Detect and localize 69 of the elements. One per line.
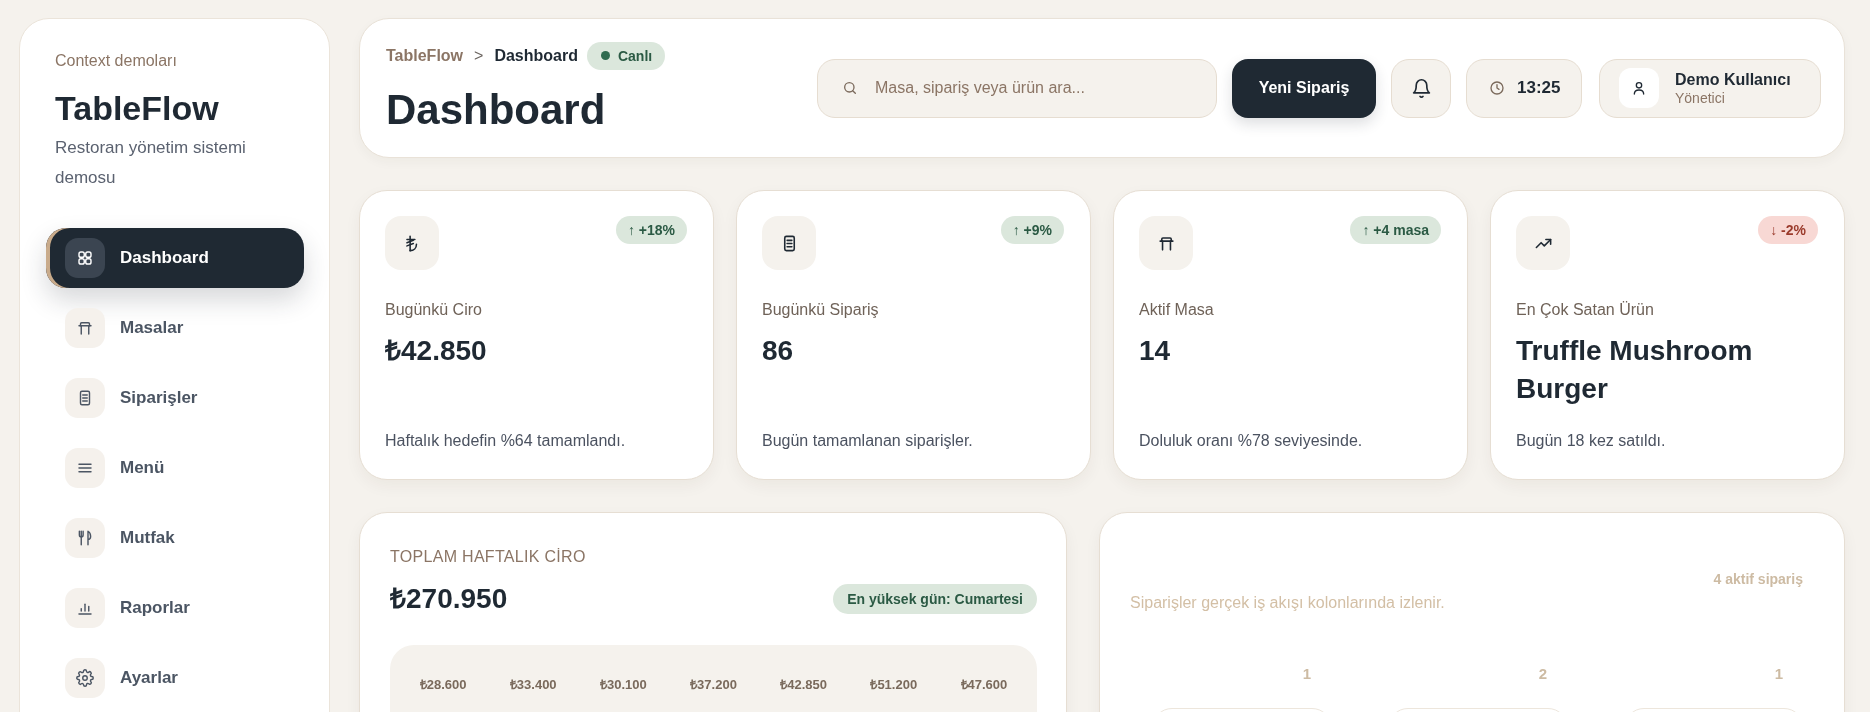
weekly-total: ₺270.950 (390, 582, 508, 616)
currency-icon (385, 216, 439, 270)
trend-up-icon (1516, 216, 1570, 270)
stat-value: ₺42.850 (385, 334, 488, 368)
breadcrumb-link[interactable]: TableFlow (386, 46, 464, 65)
status-text: Canlı (617, 47, 653, 64)
stat-value: 14 (1139, 334, 1172, 368)
bar-value-label: ₺42.850 (780, 676, 827, 694)
clock-icon (1489, 80, 1505, 96)
search-icon (842, 79, 858, 96)
bar-value-label: ₺37.200 (690, 676, 737, 694)
stat-note: Bugün 18 kez satıldı. (1516, 431, 1667, 451)
stat-label: Aktif Masa (1139, 300, 1215, 320)
nav-item[interactable]: Masalar (46, 298, 304, 358)
nav-item[interactable]: Mutfak (46, 508, 304, 568)
nav-item[interactable]: Raporlar (46, 578, 304, 638)
user-chip[interactable]: Demo Kullanıcı Yönetici (1599, 58, 1821, 118)
stat-note: Bugün tamamlanan siparişler. (762, 431, 974, 451)
search-field[interactable]: Masa, sipariş veya ürün ara... (817, 58, 1217, 118)
trend-badge: ↑ +18% (615, 216, 687, 244)
nav-item[interactable]: Ayarlar (46, 648, 304, 708)
grid-icon (65, 238, 105, 278)
peak-day-badge: En yüksek gün: Cumartesi (833, 584, 1037, 614)
bar-value-label: ₺47.600 (960, 676, 1008, 694)
document-icon (65, 378, 105, 418)
app-title: TableFlow (55, 88, 220, 129)
stat-label: Bugünkü Sipariş (762, 300, 880, 320)
column-count: 1 (1774, 664, 1783, 684)
sidebar-eyebrow: Context demoları (55, 51, 178, 71)
status-dot-icon (600, 51, 610, 60)
bar-value-label: ₺33.400 (509, 676, 557, 694)
notifications-button[interactable] (1391, 58, 1451, 118)
breadcrumb-link[interactable]: Dashboard (494, 46, 578, 65)
column-count: 2 (1538, 664, 1547, 684)
user-name: Demo Kullanıcı (1675, 69, 1791, 90)
nav-item[interactable]: Menü (46, 438, 304, 498)
bell-icon (1410, 77, 1432, 99)
user-role: Yönetici (1675, 89, 1726, 107)
active-orders-count: 4 aktif sipariş (1713, 570, 1803, 589)
stat-note: Haftalık hedefin %64 tamamlandı. (385, 431, 627, 451)
breadcrumb-separator: > (474, 46, 484, 65)
fork-knife-icon (65, 518, 105, 558)
page-title: Dashboard (386, 84, 607, 135)
new-order-button[interactable]: Yeni Sipariş (1232, 58, 1376, 118)
document-icon (762, 216, 816, 270)
trend-badge: ↓ -2% (1758, 216, 1818, 244)
menu-icon (65, 448, 105, 488)
stat-value: 86 (762, 334, 795, 368)
bar-chart-icon (65, 588, 105, 628)
user-icon (1619, 68, 1659, 108)
stat-label: En Çok Satan Ürün (1516, 300, 1655, 320)
board-subtitle: Siparişler gerçek iş akışı kolonlarında izlenir. (1130, 593, 1445, 613)
settings-icon (65, 658, 105, 698)
column-count: 1 (1302, 664, 1311, 684)
card-title: TOPLAM HAFTALIK CİRO (390, 547, 587, 567)
bar-value-label: ₺30.100 (599, 676, 647, 694)
stat-value: Truffle Mushroom Burger (1516, 334, 1754, 406)
stat-label: Bugünkü Ciro (385, 300, 483, 320)
bar-value-label: ₺51.200 (870, 676, 918, 694)
trend-badge: ↑ +9% (1000, 216, 1064, 244)
table-icon (65, 308, 105, 348)
time-text: 13:25 (1517, 78, 1561, 98)
bar-value-label: ₺28.600 (419, 676, 467, 694)
nav-item[interactable]: Siparişler (46, 368, 304, 428)
trend-badge: ↑ +4 masa (1350, 216, 1441, 244)
table-icon (1139, 216, 1193, 270)
stat-note: Doluluk oranı %78 seviyesinde. (1139, 431, 1364, 451)
app-tagline: Restoran yönetim sistemi demosu (55, 137, 247, 189)
nav-item[interactable]: Dashboard (46, 228, 304, 288)
